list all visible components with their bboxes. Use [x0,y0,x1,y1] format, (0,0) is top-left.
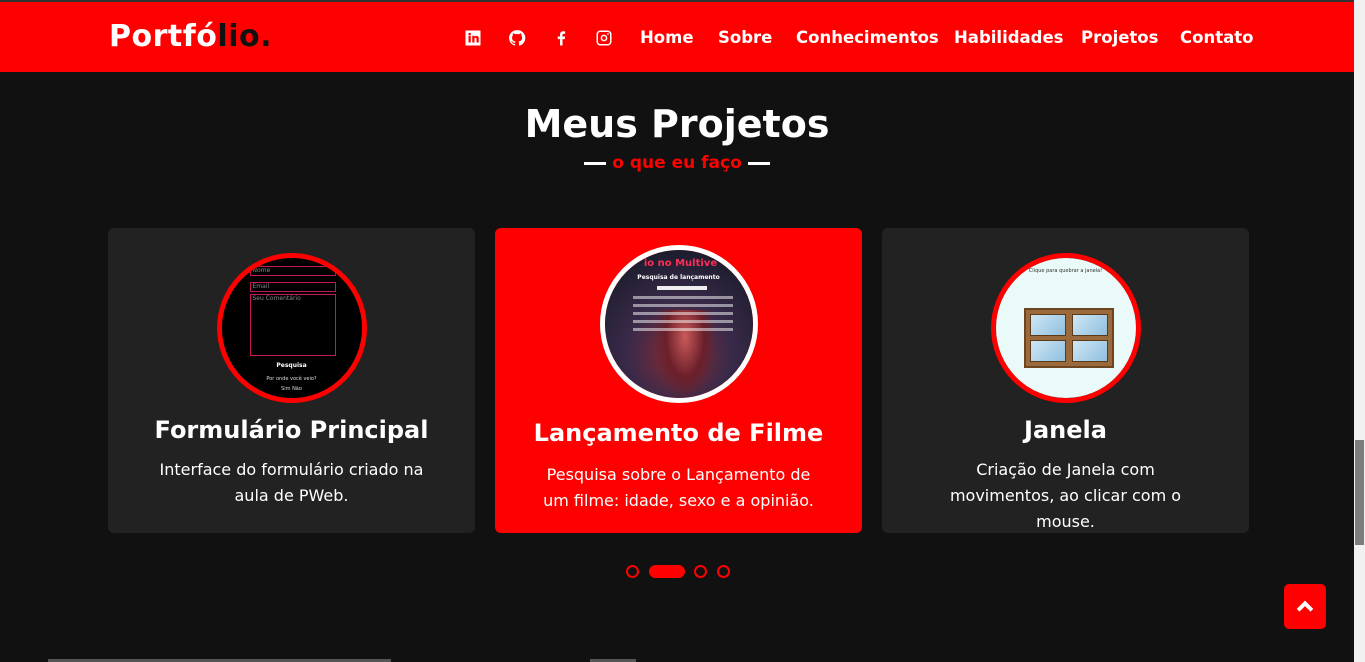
thumb-field-nome: Nome [249,266,336,276]
section-title: Meus Projetos [524,102,830,146]
project-thumbnail: io no Multive Pesquisa de lançamento [599,245,758,403]
section-subtitle: o que eu faço [0,153,1354,173]
thumb-heading: Pesquisa [276,362,307,369]
linkedin-icon[interactable] [463,28,483,48]
project-thumbnail: Clique para quebrar a janela! [990,253,1141,403]
dash-right [747,161,770,165]
thumb-field-email: Email [249,282,336,292]
carousel-dot-1[interactable] [626,565,639,578]
carousel-dot-2[interactable] [649,565,685,578]
form-screenshot: Nome Email Seu Comentário Pesquisa Por o… [221,258,362,398]
window-pane [1029,314,1066,336]
thumb-options: Sim Não [281,386,302,392]
film-screenshot: io no Multive Pesquisa de lançamento [604,250,753,398]
project-card-janela[interactable]: Clique para quebrar a janela! Janela Cri… [882,228,1249,533]
chevron-up-icon [1296,600,1314,612]
project-description: Criação de Janela com movimentos, ao cli… [949,460,1182,531]
window-pane [1071,314,1108,336]
thumb-line [632,304,733,307]
nav-link-contato[interactable]: Contato [1180,28,1253,47]
window-pane [1071,340,1108,362]
window-illustration [1023,308,1114,368]
back-to-top-button[interactable] [1284,584,1326,629]
project-description: Interface do formulário criado na aula d… [159,460,424,505]
project-title: Janela [1024,416,1107,444]
thumb-line [632,328,733,331]
project-thumbnail: Nome Email Seu Comentário Pesquisa Por o… [216,253,367,403]
nav-link-sobre[interactable]: Sobre [718,28,772,47]
section-subtitle-text: o que eu faço [612,153,742,173]
logo[interactable]: Portfólio. [109,19,272,54]
navbar: Portfólio. Home Sobre Conhecimentos Habi… [0,0,1354,72]
github-icon[interactable] [507,28,527,48]
window-screenshot: Clique para quebrar a janela! [995,258,1136,398]
project-card-formulario[interactable]: Nome Email Seu Comentário Pesquisa Por o… [108,228,475,533]
thumb-figure [654,310,715,398]
thumb-heading: io no Multive [643,258,718,269]
scrollbar-thumb[interactable] [1355,440,1364,545]
thumb-input-bar [656,286,707,290]
thumb-caption: Clique para quebrar a janela! [1028,268,1103,274]
project-title: Lançamento de Filme [533,419,824,447]
instagram-icon[interactable] [594,28,614,48]
carousel-dot-4[interactable] [717,565,730,578]
nav-link-projetos[interactable]: Projetos [1081,28,1158,47]
page-scrollbar[interactable] [1354,0,1365,662]
thumb-field-comentario: Seu Comentário [249,294,336,356]
facebook-icon[interactable] [551,28,571,48]
project-card-filme[interactable]: io no Multive Pesquisa de lançamento Lan… [495,228,862,533]
thumb-line [632,296,733,299]
nav-link-conhecimentos[interactable]: Conhecimentos [796,28,939,47]
project-title: Formulário Principal [154,416,429,444]
thumb-question: Por onde você veio? [266,376,317,382]
project-description: Pesquisa sobre o Lançamento de um filme:… [543,465,814,510]
thumb-subheading: Pesquisa de lançamento [637,274,720,281]
nav-link-habilidades[interactable]: Habilidades [954,28,1064,47]
thumb-line [632,312,733,315]
window-pane [1029,340,1066,362]
carousel-dot-3[interactable] [694,565,707,578]
nav-link-home[interactable]: Home [640,28,694,47]
thumb-line [632,320,733,323]
dash-left [584,161,607,165]
